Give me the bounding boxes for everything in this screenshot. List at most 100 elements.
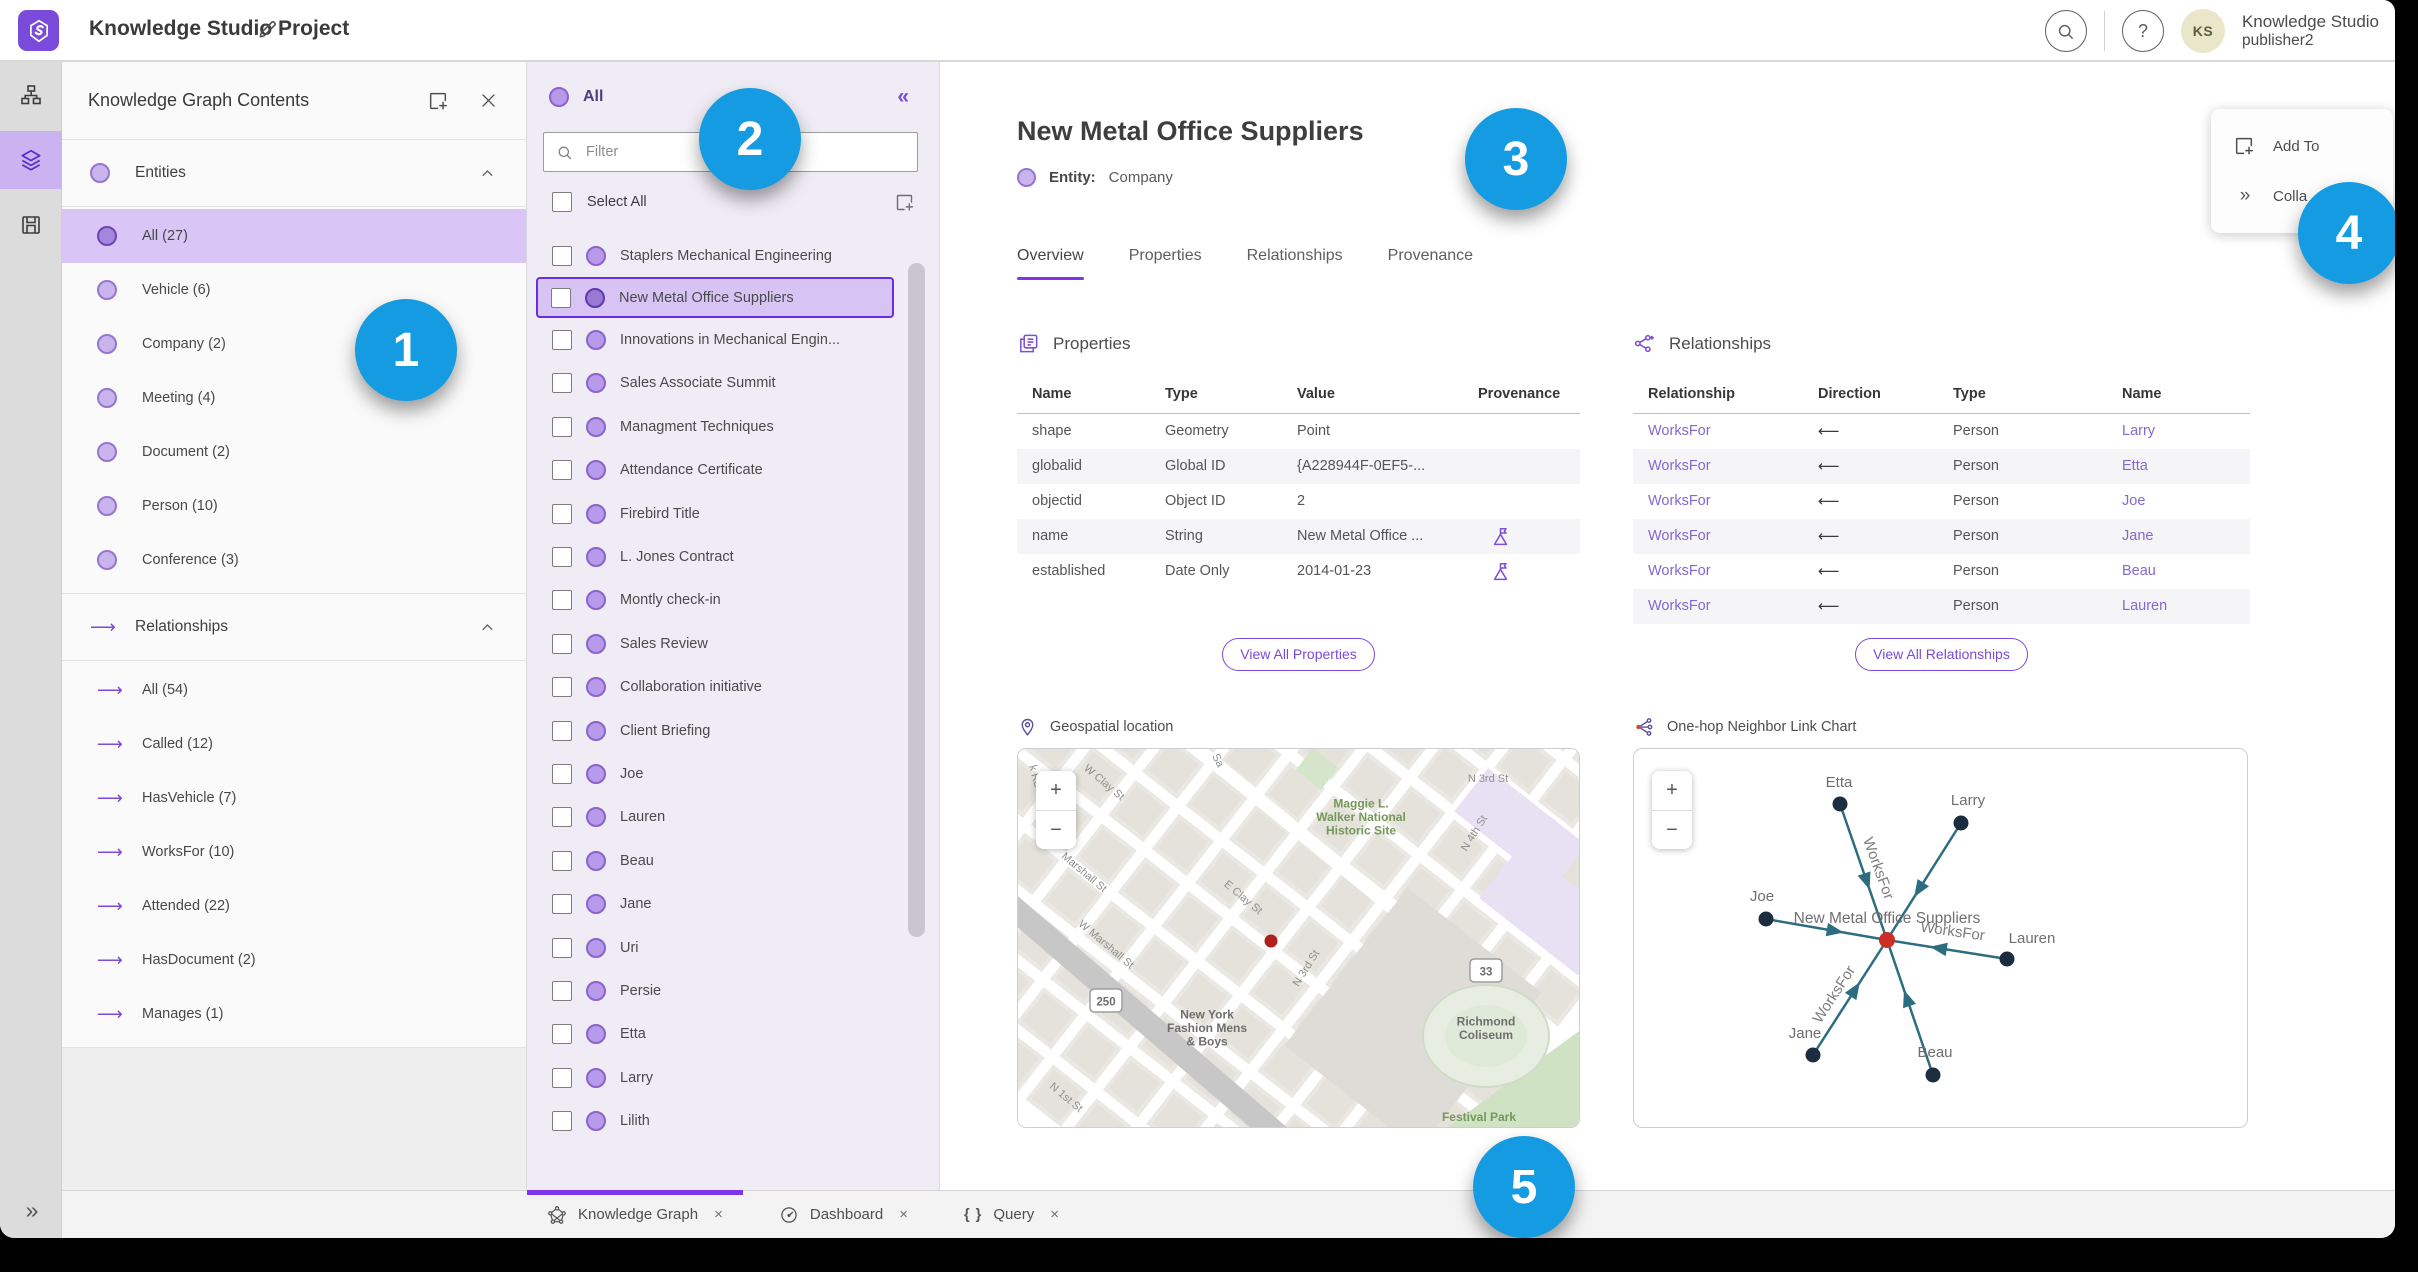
zoom-out-button[interactable]: − xyxy=(1036,810,1076,849)
provenance-flag-icon[interactable] xyxy=(1490,526,1511,547)
item-checkbox[interactable] xyxy=(552,937,572,958)
list-item[interactable]: Joe xyxy=(527,752,894,795)
close-tab-icon[interactable]: × xyxy=(899,1206,908,1223)
tab-properties[interactable]: Properties xyxy=(1129,247,1202,280)
item-checkbox[interactable] xyxy=(552,807,572,828)
add-to-new-icon[interactable] xyxy=(427,90,449,112)
kgc-relationship-item[interactable]: ⟶ All (54) xyxy=(62,663,526,717)
kgc-entity-item[interactable]: Person (10) xyxy=(62,479,526,533)
item-checkbox[interactable] xyxy=(552,1067,572,1088)
kgc-entity-item[interactable]: Meeting (4) xyxy=(62,371,526,425)
graph-node[interactable] xyxy=(1953,815,1969,831)
related-entity-link[interactable]: Jane xyxy=(2122,528,2153,544)
graph-node[interactable] xyxy=(1999,951,2015,967)
graph-node[interactable] xyxy=(1925,1067,1941,1083)
kgc-entity-item[interactable]: All (27) xyxy=(62,209,526,263)
list-item[interactable]: Lauren xyxy=(527,796,894,839)
item-checkbox[interactable] xyxy=(552,677,572,698)
list-item[interactable]: Staplers Mechanical Engineering xyxy=(527,234,894,277)
provenance-flag-icon[interactable] xyxy=(1490,561,1511,582)
list-item[interactable]: Etta xyxy=(527,1013,894,1056)
zoom-in-button[interactable]: + xyxy=(1036,771,1076,810)
list-item[interactable]: Attendance Certificate xyxy=(527,449,894,492)
kgc-relationship-item[interactable]: ⟶ HasDocument (2) xyxy=(62,933,526,987)
item-checkbox[interactable] xyxy=(552,720,572,741)
tab-relationships[interactable]: Relationships xyxy=(1247,247,1343,280)
list-item[interactable]: Client Briefing xyxy=(527,709,894,752)
view-all-properties-button[interactable]: View All Properties xyxy=(1222,638,1375,671)
close-panel-icon[interactable] xyxy=(479,91,498,110)
item-checkbox[interactable] xyxy=(552,850,572,871)
app-logo-icon[interactable] xyxy=(18,10,59,51)
zoom-in-button[interactable]: + xyxy=(1652,771,1692,810)
list-item[interactable]: Sales Review xyxy=(527,622,894,665)
kgc-relationship-item[interactable]: ⟶ Manages (1) xyxy=(62,987,526,1041)
list-item[interactable]: L. Jones Contract xyxy=(527,535,894,578)
list-item[interactable]: Uri xyxy=(527,926,894,969)
rail-org-chart-icon[interactable] xyxy=(0,66,62,124)
kgc-relationship-item[interactable]: ⟶ HasVehicle (7) xyxy=(62,771,526,825)
relationship-link[interactable]: WorksFor xyxy=(1648,528,1711,544)
relationship-link[interactable]: WorksFor xyxy=(1648,598,1711,614)
list-item[interactable]: Firebird Title xyxy=(527,492,894,535)
item-checkbox[interactable] xyxy=(552,1024,572,1045)
center-node[interactable] xyxy=(1879,932,1895,948)
kgc-relationship-item[interactable]: ⟶ Attended (22) xyxy=(62,879,526,933)
edit-title-icon[interactable] xyxy=(256,18,279,41)
zoom-out-button[interactable]: − xyxy=(1652,810,1692,849)
list-item[interactable]: Larry xyxy=(527,1056,894,1099)
geospatial-map[interactable]: + − 250 33 k Rd W Clay St Sa N 3rd St N 4th St… xyxy=(1017,748,1580,1128)
relationship-link[interactable]: WorksFor xyxy=(1648,563,1711,579)
item-checkbox[interactable] xyxy=(551,287,571,308)
rail-layers-icon[interactable] xyxy=(0,131,62,189)
item-checkbox[interactable] xyxy=(552,894,572,915)
menu-item-add-to[interactable]: Add To xyxy=(2211,121,2393,171)
item-checkbox[interactable] xyxy=(552,980,572,1001)
kgc-entity-item[interactable]: Vehicle (6) xyxy=(62,263,526,317)
item-checkbox[interactable] xyxy=(552,633,572,654)
related-entity-link[interactable]: Joe xyxy=(2122,493,2145,509)
bottom-tab-query[interactable]: { } Query × xyxy=(944,1191,1079,1238)
tab-overview[interactable]: Overview xyxy=(1017,247,1084,280)
item-checkbox[interactable] xyxy=(552,547,572,568)
item-checkbox[interactable] xyxy=(552,590,572,611)
expand-rail-icon[interactable]: » xyxy=(0,1197,62,1224)
graph-node[interactable] xyxy=(1832,796,1848,812)
item-checkbox[interactable] xyxy=(552,245,572,266)
graph-node[interactable] xyxy=(1805,1047,1821,1063)
list-item[interactable]: Managment Techniques xyxy=(527,405,894,448)
kgc-entity-item[interactable]: Conference (3) xyxy=(62,533,526,587)
item-checkbox[interactable] xyxy=(552,503,572,524)
bottom-tab-dashboard[interactable]: Dashboard × xyxy=(759,1191,928,1238)
chevron-up-icon[interactable] xyxy=(479,619,496,636)
list-item[interactable]: Lilith xyxy=(527,1099,894,1142)
list-item[interactable]: Beau xyxy=(527,839,894,882)
list-item[interactable]: Montly check-in xyxy=(527,579,894,622)
relationship-link[interactable]: WorksFor xyxy=(1648,458,1711,474)
list-item[interactable]: Sales Associate Summit xyxy=(527,362,894,405)
user-avatar[interactable]: KS xyxy=(2180,9,2225,53)
list-item[interactable]: Jane xyxy=(527,882,894,925)
bottom-tab-knowledge-graph[interactable]: Knowledge Graph × xyxy=(527,1190,743,1238)
related-entity-link[interactable]: Larry xyxy=(2122,423,2155,439)
item-checkbox[interactable] xyxy=(552,373,572,394)
scrollbar-thumb[interactable] xyxy=(908,263,925,937)
relationships-section-header[interactable]: ⟶ Relationships xyxy=(62,594,526,661)
kgc-relationship-item[interactable]: ⟶ WorksFor (10) xyxy=(62,825,526,879)
list-item[interactable]: Collaboration initiative xyxy=(527,666,894,709)
user-info[interactable]: Knowledge Studio publisher2 xyxy=(2242,12,2379,50)
relationship-link[interactable]: WorksFor xyxy=(1648,493,1711,509)
graph-node[interactable] xyxy=(1758,911,1774,927)
map-canvas[interactable]: 25033k Rd W Clay StSaN 3rd StN 4th StMars… xyxy=(1018,749,1579,1127)
select-all-checkbox[interactable] xyxy=(552,192,572,212)
rail-save-icon[interactable] xyxy=(0,196,62,254)
list-item[interactable]: Persie xyxy=(527,969,894,1012)
related-entity-link[interactable]: Lauren xyxy=(2122,598,2167,614)
view-all-relationships-button[interactable]: View All Relationships xyxy=(1855,638,2028,671)
tab-provenance[interactable]: Provenance xyxy=(1388,247,1473,280)
item-checkbox[interactable] xyxy=(552,763,572,784)
collapse-panel-icon[interactable]: « xyxy=(897,85,909,109)
list-item[interactable]: New Metal Office Suppliers xyxy=(536,277,894,319)
entities-section-header[interactable]: Entities xyxy=(62,140,526,207)
kgc-entity-item[interactable]: Document (2) xyxy=(62,425,526,479)
